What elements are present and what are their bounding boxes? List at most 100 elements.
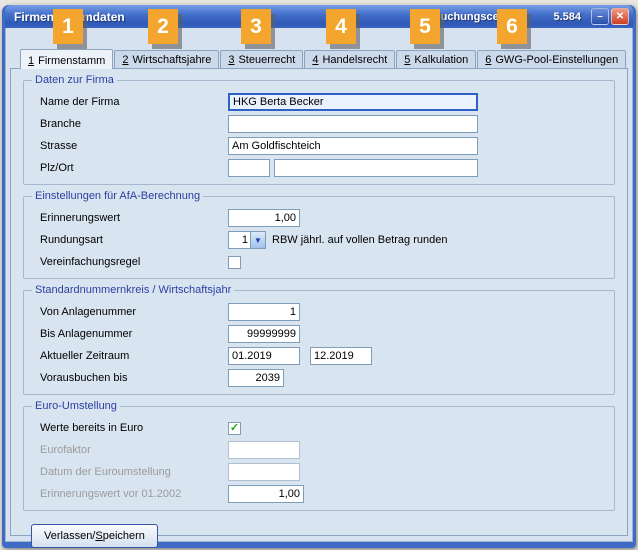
close-button[interactable]: ✕ xyxy=(611,8,629,25)
button-shortcut-letter: S xyxy=(95,530,102,542)
group-standardnummernkreis: Standardnummernkreis / Wirtschaftsjahr V… xyxy=(23,290,615,395)
vorausbuchen-bis-input[interactable]: 2039 xyxy=(228,369,284,387)
form-row: Eurofaktor xyxy=(32,439,606,461)
group-daten-zur-firma: Daten zur Firma Name der Firma HKG Berta… xyxy=(23,80,615,185)
rundungsart-description: RBW jährl. auf vollen Betrag runden xyxy=(272,234,447,246)
annotation-marker-4: 4 xyxy=(326,9,356,44)
label-rundungsart: Rundungsart xyxy=(40,234,228,246)
label-vereinfachungsregel: Vereinfachungsregel xyxy=(40,256,228,268)
vereinfachungsregel-checkbox[interactable] xyxy=(228,256,241,269)
desktop-background: Firmenstammdaten Buchungscenter 5.584 – … xyxy=(0,0,638,550)
plz-input[interactable] xyxy=(228,159,270,177)
erinnerungswert-vor-2002-input[interactable]: 1,00 xyxy=(228,485,304,503)
name-der-firma-input[interactable]: HKG Berta Becker xyxy=(228,93,478,111)
button-text: peichern xyxy=(103,530,145,542)
form-row: Erinnerungswert vor 01.2002 1,00 xyxy=(32,483,606,505)
tab-panel-firmenstamm: Daten zur Firma Name der Firma HKG Berta… xyxy=(10,68,628,536)
strasse-input[interactable]: Am Goldfischteich xyxy=(228,137,478,155)
tab-shortcut-number: 1 xyxy=(28,55,34,67)
form-row: Von Anlagenummer 1 xyxy=(32,301,606,323)
label-erinnerungswert: Erinnerungswert xyxy=(40,212,228,224)
annotation-marker-3: 3 xyxy=(241,9,271,44)
eurofaktor-input xyxy=(228,441,300,459)
minimize-icon: – xyxy=(597,11,603,22)
window-client-area: 1 Firmenstamm 2 Wirtschaftsjahre 3 Steue… xyxy=(5,28,633,542)
bis-anlagenummer-input[interactable]: 99999999 xyxy=(228,325,300,343)
label-name-der-firma: Name der Firma xyxy=(40,96,228,108)
label-plz-ort: Plz/Ort xyxy=(40,162,228,174)
annotation-marker-2: 2 xyxy=(148,9,178,44)
minimize-button[interactable]: – xyxy=(591,8,609,25)
zeitraum-von-input[interactable]: 01.2019 xyxy=(228,347,300,365)
button-text: Verlassen/ xyxy=(44,530,95,542)
titlebar[interactable]: Firmenstammdaten Buchungscenter 5.584 – … xyxy=(5,5,633,28)
form-row: Vereinfachungsregel xyxy=(32,251,606,273)
annotation-marker-5: 5 xyxy=(410,9,440,44)
label-strasse: Strasse xyxy=(40,140,228,152)
group-legend: Euro-Umstellung xyxy=(32,400,120,412)
label-aktueller-zeitraum: Aktueller Zeitraum xyxy=(40,350,228,362)
app-version: 5.584 xyxy=(553,11,581,23)
form-row: Branche xyxy=(32,113,606,135)
tab-label: Wirtschaftsjahre xyxy=(132,54,211,66)
group-legend: Daten zur Firma xyxy=(32,74,117,86)
tab-firmenstamm[interactable]: 1 Firmenstamm xyxy=(20,49,113,69)
tab-shortcut-number: 3 xyxy=(228,54,234,66)
close-icon: ✕ xyxy=(616,11,624,22)
rundungsart-combobox[interactable]: 1 ▼ xyxy=(228,231,266,249)
form-row: Plz/Ort xyxy=(32,157,606,179)
zeitraum-bis-input[interactable]: 12.2019 xyxy=(310,347,372,365)
checkmark-icon: ✓ xyxy=(230,422,239,434)
form-row: Erinnerungswert 1,00 xyxy=(32,207,606,229)
von-anlagenummer-input[interactable]: 1 xyxy=(228,303,300,321)
annotation-marker-6: 6 xyxy=(497,9,527,44)
label-branche: Branche xyxy=(40,118,228,130)
dropdown-glyph: ▼ xyxy=(254,236,262,245)
tab-label: Steuerrecht xyxy=(238,54,295,66)
form-row: Bis Anlagenummer 99999999 xyxy=(32,323,606,345)
app-window: Firmenstammdaten Buchungscenter 5.584 – … xyxy=(2,5,636,548)
form-row: Rundungsart 1 ▼ RBW jährl. auf vollen Be… xyxy=(32,229,606,251)
ort-input[interactable] xyxy=(274,159,478,177)
tab-kalkulation[interactable]: 5 Kalkulation xyxy=(396,50,476,68)
tab-shortcut-number: 5 xyxy=(404,54,410,66)
tab-shortcut-number: 2 xyxy=(122,54,128,66)
form-row: Name der Firma HKG Berta Becker xyxy=(32,91,606,113)
tab-shortcut-number: 4 xyxy=(312,54,318,66)
tab-bar: 1 Firmenstamm 2 Wirtschaftsjahre 3 Steue… xyxy=(6,28,632,68)
form-row: Datum der Euroumstellung xyxy=(32,461,606,483)
label-werte-bereits-in-euro: Werte bereits in Euro xyxy=(40,422,228,434)
label-erinnerungswert-vor-2002: Erinnerungswert vor 01.2002 xyxy=(40,488,228,500)
tab-label: Handelsrecht xyxy=(322,54,387,66)
branche-input[interactable] xyxy=(228,115,478,133)
tab-label: Kalkulation xyxy=(414,54,468,66)
tab-label: GWG-Pool-Einstellungen xyxy=(495,54,618,66)
group-legend: Standardnummernkreis / Wirtschaftsjahr xyxy=(32,284,234,296)
dropdown-arrow-icon[interactable]: ▼ xyxy=(250,231,266,249)
group-legend: Einstellungen für AfA-Berechnung xyxy=(32,190,203,202)
rundungsart-value[interactable]: 1 xyxy=(228,231,250,249)
label-bis-anlagenummer: Bis Anlagenummer xyxy=(40,328,228,340)
window-controls: – ✕ xyxy=(591,8,629,25)
tab-steuerrecht[interactable]: 3 Steuerrecht xyxy=(220,50,303,68)
form-row: Werte bereits in Euro ✓ xyxy=(32,417,606,439)
label-von-anlagenummer: Von Anlagenummer xyxy=(40,306,228,318)
tab-shortcut-number: 6 xyxy=(485,54,491,66)
group-euro-umstellung: Euro-Umstellung Werte bereits in Euro ✓ … xyxy=(23,406,615,511)
tab-handelsrecht[interactable]: 4 Handelsrecht xyxy=(304,50,395,68)
datum-euroumstellung-input xyxy=(228,463,300,481)
erinnerungswert-input[interactable]: 1,00 xyxy=(228,209,300,227)
label-vorausbuchen-bis: Vorausbuchen bis xyxy=(40,372,228,384)
verlassen-speichern-button[interactable]: Verlassen/Speichern xyxy=(31,524,158,548)
label-eurofaktor: Eurofaktor xyxy=(40,444,228,456)
form-row: Aktueller Zeitraum 01.2019 12.2019 xyxy=(32,345,606,367)
werte-in-euro-checkbox[interactable]: ✓ xyxy=(228,422,241,435)
group-afa-berechnung: Einstellungen für AfA-Berechnung Erinner… xyxy=(23,196,615,279)
form-row: Strasse Am Goldfischteich xyxy=(32,135,606,157)
label-datum-euroumstellung: Datum der Euroumstellung xyxy=(40,466,228,478)
tab-wirtschaftsjahre[interactable]: 2 Wirtschaftsjahre xyxy=(114,50,219,68)
form-row: Vorausbuchen bis 2039 xyxy=(32,367,606,389)
tab-gwg-pool-einstellungen[interactable]: 6 GWG-Pool-Einstellungen xyxy=(477,50,626,68)
annotation-marker-1: 1 xyxy=(53,9,83,44)
tab-label: Firmenstamm xyxy=(38,55,105,67)
